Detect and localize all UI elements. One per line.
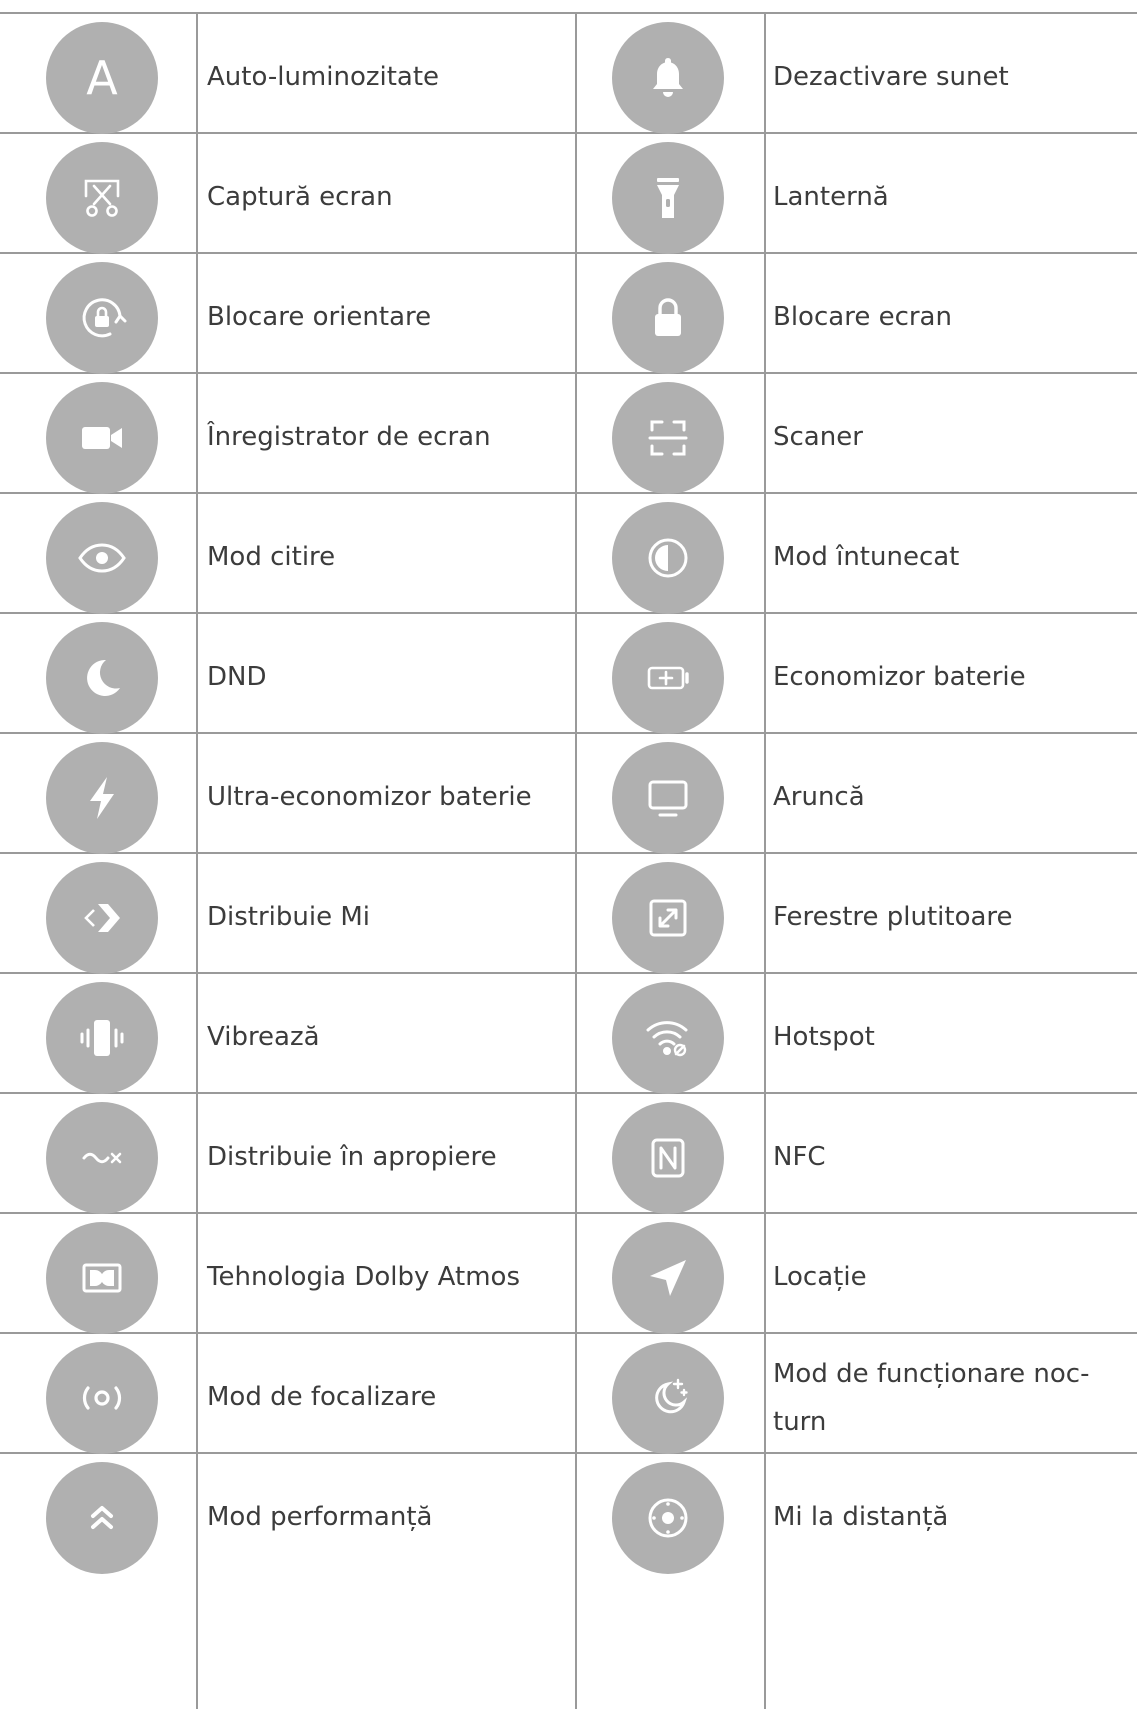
quick-toggles-table: A Auto-luminozitate Dezactivare sunet Ca… bbox=[0, 0, 1137, 1709]
mi-share-icon bbox=[46, 862, 158, 974]
row-label: Mod de funcționare noc- turn bbox=[773, 1350, 1089, 1446]
video-camera-icon bbox=[46, 382, 158, 494]
table-rule bbox=[0, 852, 1137, 854]
vibrate-icon bbox=[46, 982, 158, 1094]
table-rule bbox=[0, 612, 1137, 614]
table-rule bbox=[0, 132, 1137, 134]
hotspot-icon bbox=[612, 982, 724, 1094]
table-rule bbox=[0, 1092, 1137, 1094]
row-label: Distribuie în apropiere bbox=[207, 1142, 497, 1172]
row-label: Mod întunecat bbox=[773, 542, 960, 572]
table-rule bbox=[575, 12, 577, 1709]
remote-icon bbox=[612, 1462, 724, 1574]
table-rule bbox=[0, 492, 1137, 494]
rotation-lock-icon bbox=[46, 262, 158, 374]
row-label: Aruncă bbox=[773, 782, 865, 812]
focus-mode-icon bbox=[46, 1342, 158, 1454]
row-label-line: Mod de funcționare noc- bbox=[773, 1359, 1090, 1389]
eye-icon bbox=[46, 502, 158, 614]
bell-icon bbox=[612, 22, 724, 134]
scanner-icon bbox=[612, 382, 724, 494]
table-rule bbox=[0, 1332, 1137, 1334]
row-label: Blocare ecran bbox=[773, 302, 952, 332]
row-label: Captură ecran bbox=[207, 182, 393, 212]
night-mode-icon bbox=[612, 1342, 724, 1454]
row-label: Ferestre plutitoare bbox=[773, 902, 1013, 932]
row-label: Ultra-economizor baterie bbox=[207, 782, 532, 812]
row-label: Scaner bbox=[773, 422, 863, 452]
dolby-icon bbox=[46, 1222, 158, 1334]
dark-mode-icon bbox=[612, 502, 724, 614]
padlock-icon bbox=[612, 262, 724, 374]
row-label: Auto-luminozitate bbox=[207, 62, 440, 92]
lightning-icon bbox=[46, 742, 158, 854]
battery-saver-icon bbox=[612, 622, 724, 734]
table-rule bbox=[0, 1452, 1137, 1454]
screenshot-scissors-icon bbox=[46, 142, 158, 254]
row-label: Vibrează bbox=[207, 1022, 320, 1052]
nfc-icon bbox=[612, 1102, 724, 1214]
row-label: DND bbox=[207, 662, 267, 692]
table-rule bbox=[196, 12, 198, 1709]
row-label: Mod performanță bbox=[207, 1502, 433, 1532]
row-label: Mod citire bbox=[207, 542, 336, 572]
performance-chevrons-icon bbox=[46, 1462, 158, 1574]
row-label: Lanternă bbox=[773, 182, 889, 212]
row-label: Înregistrator de ecran bbox=[207, 422, 491, 452]
floating-window-icon bbox=[612, 862, 724, 974]
table-rule bbox=[0, 12, 1137, 14]
table-rule bbox=[764, 12, 766, 1709]
flashlight-icon bbox=[612, 142, 724, 254]
nearby-share-icon bbox=[46, 1102, 158, 1214]
row-label: Tehnologia Dolby Atmos bbox=[207, 1262, 520, 1292]
letter-a-icon: A bbox=[46, 22, 158, 134]
row-label: Economizor baterie bbox=[773, 662, 1026, 692]
moon-icon bbox=[46, 622, 158, 734]
table-rule bbox=[0, 972, 1137, 974]
location-arrow-icon bbox=[612, 1222, 724, 1334]
row-label: NFC bbox=[773, 1142, 826, 1172]
table-rule bbox=[0, 732, 1137, 734]
row-label: Hotspot bbox=[773, 1022, 875, 1052]
table-rule bbox=[0, 1212, 1137, 1214]
row-label: Mi la distanță bbox=[773, 1502, 949, 1532]
row-label: Locație bbox=[773, 1262, 867, 1292]
row-label: Distribuie Mi bbox=[207, 902, 371, 932]
letter-a-glyph: A bbox=[86, 51, 118, 105]
table-rule bbox=[0, 372, 1137, 374]
row-label: Blocare orientare bbox=[207, 302, 432, 332]
table-rule bbox=[0, 252, 1137, 254]
row-label: Dezactivare sunet bbox=[773, 62, 1009, 92]
row-label: Mod de focalizare bbox=[207, 1382, 437, 1412]
monitor-cast-icon bbox=[612, 742, 724, 854]
row-label-line: turn bbox=[773, 1407, 827, 1437]
